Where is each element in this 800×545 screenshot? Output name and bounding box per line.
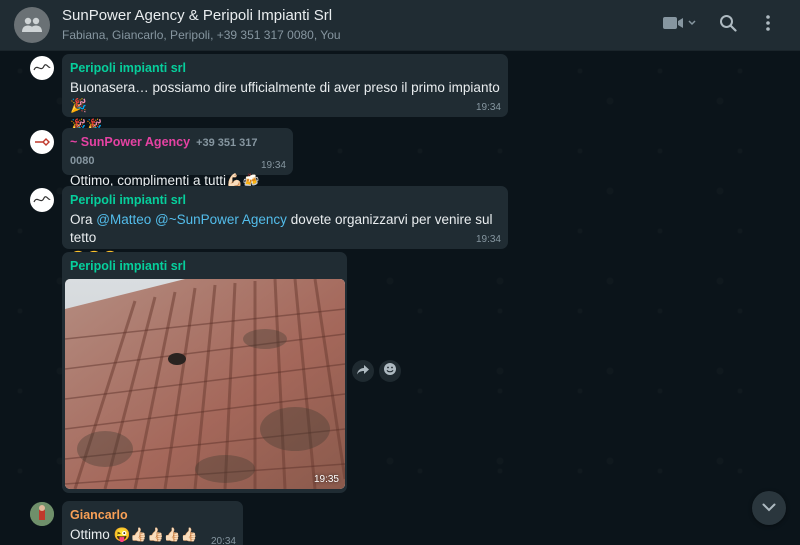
message-text: Buonasera… possiamo dire ufficialmente d… [70, 80, 500, 113]
message-time: 20:34 [210, 536, 236, 545]
sender-name[interactable]: Peripoli impianti srl [70, 192, 500, 209]
sender-name[interactable]: Giancarlo [70, 507, 235, 524]
video-call-icon [663, 16, 697, 35]
group-avatar-icon[interactable] [14, 7, 50, 43]
video-call-button[interactable] [660, 13, 700, 37]
message-text: Ora @Matteo @~SunPower Agency dovete org… [70, 212, 493, 245]
scroll-down-button[interactable] [752, 491, 786, 525]
menu-icon [766, 14, 770, 36]
avatar[interactable] [30, 188, 54, 212]
message-bubble[interactable]: Peripoli impianti srl Ora @Matteo @~SunP… [62, 186, 508, 265]
avatar[interactable] [30, 130, 54, 154]
chat-header[interactable]: SunPower Agency & Peripoli Impianti Srl … [0, 0, 800, 51]
sender-name[interactable]: ~ SunPower Agency +39 351 317 0080 [70, 134, 285, 170]
forward-icon [357, 362, 369, 380]
message-time: 19:34 [260, 160, 286, 171]
search-icon [719, 14, 737, 37]
chat-title: SunPower Agency & Peripoli Impianti Srl [62, 7, 333, 24]
message-time: 19:34 [475, 234, 501, 245]
message-time: 19:35 [313, 474, 339, 485]
react-button[interactable] [379, 360, 401, 382]
sender-name[interactable]: Peripoli impianti srl [70, 258, 339, 275]
message-bubble[interactable]: Giancarlo Ottimo 😜👍🏻👍🏻👍🏻👍🏻 20:34 [62, 501, 243, 545]
message-time: 19:34 [475, 102, 501, 113]
mention-link[interactable]: @~SunPower Agency [155, 212, 287, 227]
chat-participants: Fabiana, Giancarlo, Peripoli, +39 351 31… [62, 28, 341, 42]
chat-header-info[interactable]: SunPower Agency & Peripoli Impianti Srl … [62, 6, 660, 44]
smiley-icon [383, 362, 397, 381]
message-bubble[interactable]: Peripoli impianti srl Buonasera… possiam… [62, 54, 508, 133]
forward-button[interactable] [352, 360, 374, 382]
sender-name[interactable]: Peripoli impianti srl [70, 60, 500, 77]
message-bubble[interactable]: ~ SunPower Agency +39 351 317 0080 Ottimo… [62, 128, 293, 188]
roof-tiles-image [65, 279, 345, 489]
search-button[interactable] [716, 13, 740, 37]
chevron-down-icon [762, 499, 776, 517]
menu-button[interactable] [758, 13, 778, 37]
avatar[interactable] [30, 56, 54, 80]
message-list[interactable]: Peripoli impianti srl Buonasera… possiam… [0, 51, 800, 545]
roof-tiles-photo[interactable]: 19:35 [65, 279, 345, 489]
avatar[interactable] [30, 502, 54, 526]
mention-link[interactable]: @Matteo [96, 212, 151, 227]
